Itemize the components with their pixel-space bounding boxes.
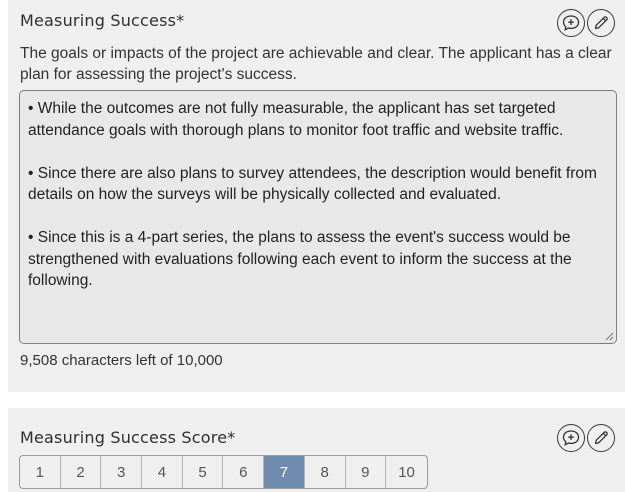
comment-paragraph: • Since this is a 4-part series, the pla… bbox=[28, 229, 572, 289]
add-comment-icon bbox=[562, 15, 580, 32]
add-comment-button[interactable] bbox=[557, 9, 585, 37]
criterion-actions bbox=[557, 9, 615, 37]
score-title: Measuring Success Score* bbox=[20, 428, 236, 447]
resize-handle-icon[interactable] bbox=[604, 331, 614, 341]
score-option-10[interactable]: 10 bbox=[386, 456, 427, 488]
edit-icon bbox=[594, 16, 608, 30]
criterion-description: The goals or impacts of the project are … bbox=[20, 45, 612, 83]
score-option-9[interactable]: 9 bbox=[346, 456, 387, 488]
edit-icon bbox=[594, 431, 608, 445]
comment-textarea[interactable]: • While the outcomes are not fully measu… bbox=[19, 90, 617, 344]
score-option-4[interactable]: 4 bbox=[142, 456, 183, 488]
measuring-success-score-card: Measuring Success Score* 1 2 3 4 5 6 7 8… bbox=[8, 408, 625, 492]
score-actions bbox=[557, 424, 615, 452]
comment-paragraph: • Since there are also plans to survey a… bbox=[28, 164, 597, 204]
score-option-8[interactable]: 8 bbox=[305, 456, 346, 488]
measuring-success-card: Measuring Success* The goals or impacts … bbox=[8, 0, 625, 392]
score-option-7[interactable]: 7 bbox=[264, 456, 305, 488]
edit-button[interactable] bbox=[587, 9, 615, 37]
edit-button[interactable] bbox=[587, 424, 615, 452]
score-option-5[interactable]: 5 bbox=[183, 456, 224, 488]
score-option-2[interactable]: 2 bbox=[61, 456, 102, 488]
add-comment-icon bbox=[562, 430, 580, 447]
score-option-1[interactable]: 1 bbox=[20, 456, 61, 488]
score-option-3[interactable]: 3 bbox=[101, 456, 143, 488]
score-selector: 1 2 3 4 5 6 7 8 9 10 bbox=[19, 455, 428, 489]
score-option-6[interactable]: 6 bbox=[223, 456, 265, 488]
add-comment-button[interactable] bbox=[557, 424, 585, 452]
comment-paragraph: • While the outcomes are not fully measu… bbox=[28, 100, 564, 139]
character-count: 9,508 characters left of 10,000 bbox=[20, 352, 223, 369]
criterion-title: Measuring Success* bbox=[20, 11, 185, 30]
